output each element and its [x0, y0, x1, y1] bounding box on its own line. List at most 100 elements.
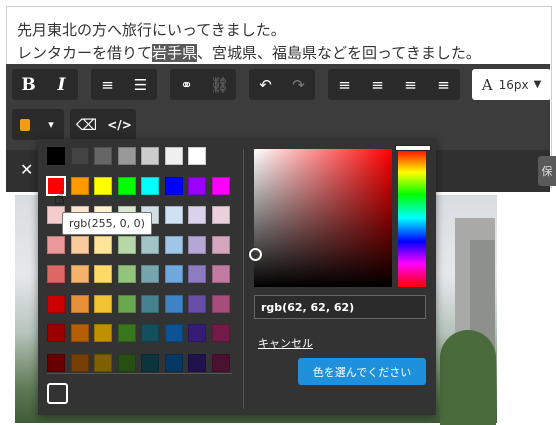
cancel-link[interactable]: キャンセル [258, 335, 313, 351]
color-swatch[interactable] [164, 147, 183, 165]
color-swatch[interactable] [164, 235, 183, 254]
color-swatch[interactable] [211, 324, 230, 342]
color-swatch[interactable] [94, 294, 112, 313]
color-swatch[interactable] [70, 294, 89, 313]
color-swatch[interactable] [188, 206, 206, 224]
align-right-button[interactable]: ≡ [394, 69, 427, 100]
color-swatch[interactable] [117, 353, 136, 372]
color-swatch[interactable] [94, 176, 112, 195]
color-swatch[interactable] [211, 265, 230, 283]
transparent-swatch[interactable] [47, 383, 68, 404]
color-swatch[interactable] [164, 265, 183, 283]
color-swatch[interactable] [188, 294, 206, 313]
font-size-dropdown[interactable]: A 16px ▼ [472, 69, 551, 100]
chevron-down-icon: ▼ [533, 79, 542, 90]
align-center-button[interactable]: ≡ [361, 69, 394, 100]
color-swatch[interactable] [141, 265, 159, 283]
editor-line-2: レンタカーを借りて岩手県、宮城県、福島県などを回ってきました。 [17, 42, 481, 65]
color-swatch[interactable] [211, 353, 230, 372]
text-before-selection: レンタカーを借りて [17, 44, 153, 62]
sv-pointer[interactable] [249, 248, 262, 261]
unlink-button[interactable]: ⛓ [203, 69, 236, 100]
saturation-value-box[interactable] [254, 149, 392, 287]
color-swatch[interactable] [117, 294, 136, 313]
hue-handle[interactable] [395, 145, 431, 151]
color-swatch[interactable] [94, 235, 112, 254]
choose-color-button[interactable]: 色を選んでください [298, 358, 426, 385]
color-swatch[interactable] [141, 324, 159, 342]
ordered-list-button[interactable]: ≡ [91, 69, 124, 100]
code-view-button[interactable]: </> [103, 109, 136, 140]
color-swatch[interactable] [141, 353, 159, 372]
color-swatch[interactable] [211, 206, 230, 224]
color-swatch[interactable] [188, 235, 206, 254]
color-swatch[interactable] [47, 294, 65, 313]
color-swatch[interactable] [70, 147, 89, 165]
color-swatch[interactable] [47, 324, 65, 342]
color-swatch[interactable] [164, 324, 183, 342]
divider-vertical [243, 149, 244, 409]
divider [47, 373, 232, 374]
editor-content[interactable]: 先月東北の方へ旅行にいってきました。 レンタカーを借りて岩手県、宮城県、福島県な… [17, 19, 481, 65]
close-icon[interactable]: ✕ [20, 160, 33, 179]
eraser-button[interactable]: ⌫ [70, 109, 103, 140]
color-swatch[interactable] [141, 294, 159, 313]
color-swatch[interactable] [70, 235, 89, 254]
text-color-button[interactable] [12, 109, 38, 140]
color-swatch[interactable] [117, 176, 136, 195]
color-swatch[interactable] [188, 176, 206, 195]
color-chip-icon [20, 118, 30, 131]
color-swatch[interactable] [141, 235, 159, 254]
format-group: B I [12, 69, 78, 100]
color-swatch[interactable] [94, 147, 112, 165]
link-button[interactable]: ⚭ [170, 69, 203, 100]
rgb-input[interactable]: rgb(62, 62, 62) [254, 295, 426, 319]
color-swatch[interactable] [70, 353, 89, 372]
color-swatch[interactable] [94, 265, 112, 283]
color-swatch[interactable] [70, 324, 89, 342]
color-swatch[interactable] [47, 147, 65, 165]
color-swatch[interactable] [164, 353, 183, 372]
unordered-list-button[interactable]: ☰ [124, 69, 157, 100]
align-justify-button[interactable]: ≡ [427, 69, 460, 100]
color-swatch[interactable] [164, 294, 183, 313]
color-swatch[interactable] [188, 353, 206, 372]
color-swatch[interactable] [47, 235, 65, 254]
color-swatch[interactable] [141, 147, 159, 165]
color-swatch[interactable] [141, 176, 159, 195]
align-group: ≡ ≡ ≡ ≡ [328, 69, 460, 100]
color-swatch[interactable] [70, 265, 89, 283]
color-swatch[interactable] [47, 353, 65, 372]
hand-cursor-icon: ☝ [54, 188, 65, 209]
color-swatch[interactable] [164, 176, 183, 195]
color-picker-popup: rgb(62, 62, 62) キャンセル 色を選んでください [38, 139, 436, 415]
save-chip[interactable]: 保 [538, 156, 556, 186]
color-swatch[interactable] [211, 294, 230, 313]
color-swatch[interactable] [211, 235, 230, 254]
align-left-button[interactable]: ≡ [328, 69, 361, 100]
color-swatch[interactable] [47, 265, 65, 283]
redo-button[interactable]: ↷ [282, 69, 315, 100]
color-dropdown-icon[interactable]: ▾ [38, 109, 64, 140]
undo-button[interactable]: ↶ [249, 69, 282, 100]
color-swatch[interactable] [164, 206, 183, 224]
color-swatch[interactable] [70, 176, 89, 195]
misc-group: ⌫ </> [70, 109, 136, 140]
color-swatch[interactable] [94, 353, 112, 372]
bold-button[interactable]: B [12, 69, 45, 100]
text-after-selection: 、宮城県、福島県などを回ってきました。 [197, 44, 481, 62]
italic-button[interactable]: I [45, 69, 78, 100]
editor-line-1: 先月東北の方へ旅行にいってきました。 [17, 21, 286, 39]
hue-slider[interactable] [398, 149, 426, 287]
color-swatch[interactable] [94, 324, 112, 342]
color-swatch[interactable] [188, 265, 206, 283]
color-swatch[interactable] [117, 235, 136, 254]
color-swatch[interactable] [188, 324, 206, 342]
color-swatch[interactable] [211, 176, 230, 195]
color-swatch[interactable] [117, 324, 136, 342]
history-group: ↶ ↷ [249, 69, 315, 100]
selected-text: 岩手県 [152, 44, 198, 62]
color-swatch[interactable] [117, 265, 136, 283]
color-swatch[interactable] [117, 147, 136, 165]
color-swatch[interactable] [188, 147, 206, 165]
